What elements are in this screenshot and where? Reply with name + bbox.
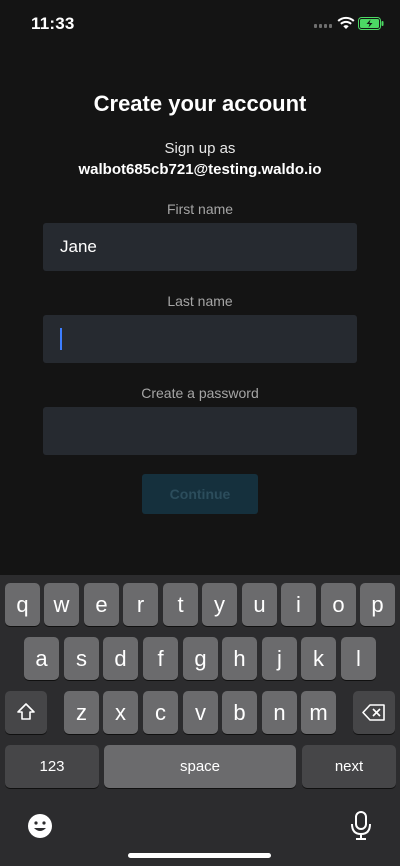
- key-c[interactable]: c: [143, 691, 178, 734]
- key-b[interactable]: b: [222, 691, 257, 734]
- key-r[interactable]: r: [123, 583, 158, 626]
- signup-email: walbot685cb721@testing.waldo.io: [78, 161, 322, 178]
- key-j[interactable]: j: [262, 637, 297, 680]
- signup-as-text: Sign up as: [164, 140, 236, 157]
- key-a[interactable]: a: [24, 637, 59, 680]
- key-z[interactable]: z: [64, 691, 99, 734]
- key-y[interactable]: y: [202, 583, 237, 626]
- first-name-field[interactable]: Jane: [43, 223, 357, 271]
- password-field[interactable]: [43, 407, 357, 455]
- key-q[interactable]: q: [5, 583, 40, 626]
- key-h[interactable]: h: [222, 637, 257, 680]
- shift-icon: [17, 703, 35, 720]
- backspace-icon: [362, 704, 385, 721]
- next-key[interactable]: next: [302, 745, 396, 788]
- microphone-icon[interactable]: [350, 811, 372, 841]
- key-u[interactable]: u: [242, 583, 277, 626]
- continue-button[interactable]: Continue: [142, 474, 258, 514]
- home-indicator[interactable]: [128, 853, 271, 858]
- battery-charging-icon: [358, 17, 384, 30]
- key-m[interactable]: m: [301, 691, 336, 734]
- key-p[interactable]: p: [360, 583, 395, 626]
- key-x[interactable]: x: [103, 691, 138, 734]
- keyboard: q w e r t y u i o p a s d f g h j k l z …: [0, 575, 400, 866]
- first-name-label: First name: [166, 201, 234, 217]
- text-caret: [60, 328, 62, 350]
- key-l[interactable]: l: [341, 637, 376, 680]
- status-time: 11:33: [31, 14, 75, 33]
- key-s[interactable]: s: [64, 637, 99, 680]
- wifi-icon: [337, 16, 355, 29]
- key-n[interactable]: n: [262, 691, 297, 734]
- last-name-field[interactable]: [43, 315, 357, 363]
- key-i[interactable]: i: [281, 583, 316, 626]
- key-w[interactable]: w: [44, 583, 79, 626]
- status-bar: 11:33: [0, 0, 400, 44]
- backspace-key[interactable]: [353, 691, 395, 734]
- first-name-value: Jane: [60, 237, 97, 256]
- numbers-key[interactable]: 123: [5, 745, 99, 788]
- key-g[interactable]: g: [183, 637, 218, 680]
- key-t[interactable]: t: [163, 583, 198, 626]
- key-o[interactable]: o: [321, 583, 356, 626]
- page-title: Create your account: [93, 91, 307, 116]
- cellular-signal-icon: [314, 24, 332, 28]
- space-key[interactable]: space: [104, 745, 296, 788]
- password-label: Create a password: [141, 385, 259, 401]
- last-name-label: Last name: [167, 293, 233, 309]
- key-f[interactable]: f: [143, 637, 178, 680]
- key-v[interactable]: v: [183, 691, 218, 734]
- key-e[interactable]: e: [84, 583, 119, 626]
- emoji-icon[interactable]: [27, 813, 53, 839]
- key-d[interactable]: d: [103, 637, 138, 680]
- shift-key[interactable]: [5, 691, 47, 734]
- key-k[interactable]: k: [301, 637, 336, 680]
